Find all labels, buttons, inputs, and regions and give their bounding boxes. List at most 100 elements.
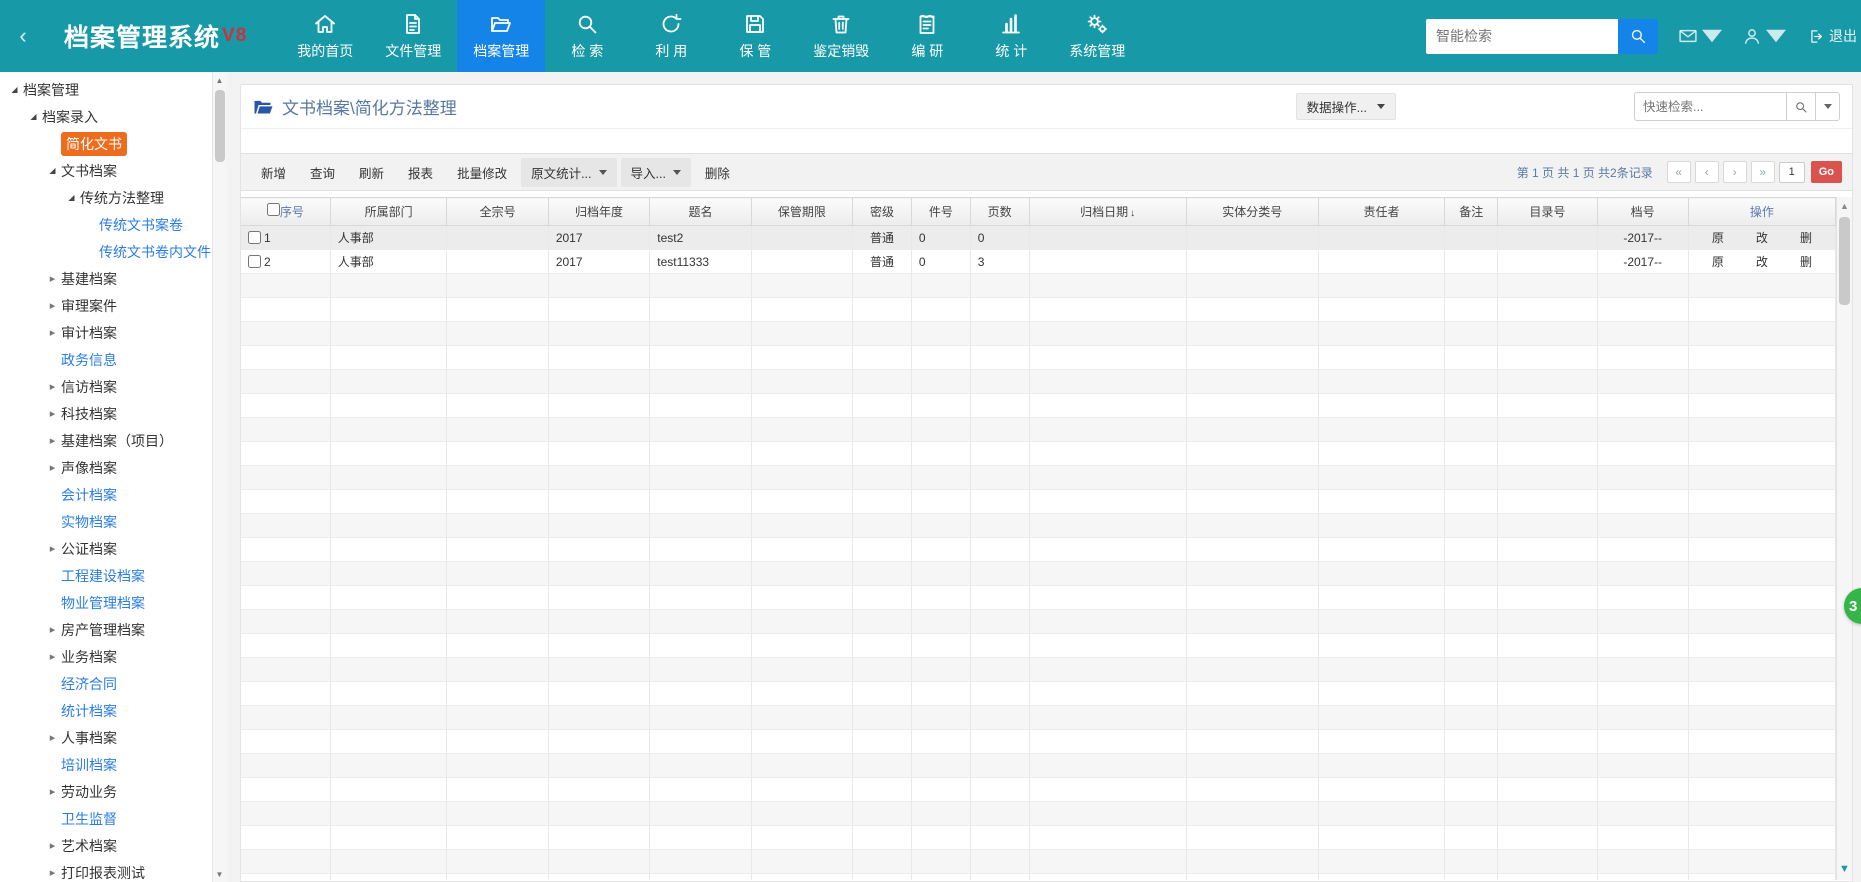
sidebar-item-传统文书卷内文件[interactable]: 传统文书卷内文件: [0, 238, 212, 265]
quick-search-button[interactable]: [1786, 92, 1816, 121]
sidebar-item-业务档案[interactable]: ▸ 业务档案: [0, 643, 212, 670]
toolbar-button-查询[interactable]: 查询: [300, 158, 345, 187]
sidebar-item-卫生监督[interactable]: 卫生监督: [0, 805, 212, 832]
nav-item-clipboard[interactable]: 编 研: [885, 0, 969, 72]
toolbar-button-刷新[interactable]: 刷新: [349, 158, 394, 187]
scroll-up-icon[interactable]: ▲: [213, 72, 226, 88]
smart-search-input[interactable]: [1426, 18, 1618, 54]
edit-link[interactable]: 改: [1756, 229, 1768, 246]
sidebar-item-艺术档案[interactable]: ▸ 艺术档案: [0, 832, 212, 859]
sidebar-item-基建档案（项目）[interactable]: ▸ 基建档案（项目）: [0, 427, 212, 454]
sidebar-item-审计档案[interactable]: ▸ 审计档案: [0, 319, 212, 346]
sidebar-item-档案录入[interactable]: ◢ 档案录入: [0, 103, 212, 130]
nav-item-floppy[interactable]: 保 管: [713, 0, 797, 72]
sidebar-item-公证档案[interactable]: ▸ 公证档案: [0, 535, 212, 562]
table-row[interactable]: 2 人事部 2017 test11333 普通 0 3 -2017-- 原 改 删: [241, 249, 1837, 274]
nav-item-file[interactable]: 文件管理: [369, 0, 457, 72]
nav-item-home[interactable]: 我的首页: [281, 0, 369, 72]
sidebar-item-基建档案[interactable]: ▸ 基建档案: [0, 265, 212, 292]
sidebar-item-声像档案[interactable]: ▸ 声像档案: [0, 454, 212, 481]
cell-全宗号: [446, 249, 549, 274]
sidebar-item-信访档案[interactable]: ▸ 信访档案: [0, 373, 212, 400]
column-header-件号[interactable]: 件号: [911, 197, 971, 226]
toolbar-button-批量修改[interactable]: 批量修改: [447, 158, 517, 187]
sidebar-item-会计档案[interactable]: 会计档案: [0, 481, 212, 508]
nav-item-bar-chart[interactable]: 统 计: [969, 0, 1053, 72]
scroll-down-icon[interactable]: ▼: [213, 866, 226, 882]
column-header-归档日期[interactable]: 归档日期 ↓: [1029, 197, 1187, 226]
row-checkbox[interactable]: [248, 255, 261, 268]
column-header-所属部门[interactable]: 所属部门: [330, 197, 448, 226]
column-header-序号[interactable]: 序号: [241, 197, 331, 226]
column-header-备注[interactable]: 备注: [1444, 197, 1499, 226]
column-header-题名[interactable]: 题名: [649, 197, 752, 226]
smart-search-button[interactable]: [1618, 18, 1658, 54]
logout-button[interactable]: 退出: [1808, 26, 1857, 46]
sidebar-item-简化文书[interactable]: 简化文书: [0, 130, 212, 157]
view-original-link[interactable]: 原: [1712, 253, 1724, 270]
column-header-保管期限[interactable]: 保管期限: [751, 197, 854, 226]
quick-search-input[interactable]: [1634, 92, 1786, 121]
page-number-input[interactable]: [1778, 161, 1805, 183]
row-checkbox[interactable]: [248, 231, 261, 244]
column-header-操作[interactable]: 操作: [1688, 197, 1837, 226]
select-all-checkbox[interactable]: [266, 203, 280, 216]
next-page-button[interactable]: ›: [1722, 161, 1747, 183]
table-scrollbar-thumb[interactable]: [1839, 217, 1850, 305]
edit-link[interactable]: 改: [1756, 253, 1768, 270]
toolbar-button-原文统计[interactable]: 原文统计...: [521, 157, 617, 187]
delete-link[interactable]: 删: [1800, 253, 1812, 270]
column-header-责任者[interactable]: 责任者: [1318, 197, 1446, 226]
messages-dropdown[interactable]: [1678, 26, 1722, 46]
column-header-密级[interactable]: 密级: [852, 197, 912, 226]
table-scrollbar[interactable]: ▲ ▼: [1836, 197, 1852, 880]
table-row[interactable]: 1 人事部 2017 test2 普通 0 0 -2017-- 原改删: [241, 225, 1837, 250]
nav-item-recycle[interactable]: 利 用: [629, 0, 713, 72]
column-header-目录号[interactable]: 目录号: [1497, 197, 1598, 226]
nav-item-trash[interactable]: 鉴定销毁: [797, 0, 885, 72]
sidebar-item-实物档案[interactable]: 实物档案: [0, 508, 212, 535]
sidebar-item-审理案件[interactable]: ▸ 审理案件: [0, 292, 212, 319]
column-header-页数[interactable]: 页数: [970, 197, 1030, 226]
sidebar-item-物业管理档案[interactable]: 物业管理档案: [0, 589, 212, 616]
view-original-link[interactable]: 原: [1712, 229, 1724, 246]
collapse-sidebar-button[interactable]: ‹: [0, 0, 46, 72]
sidebar-item-档案管理[interactable]: ◢ 档案管理: [0, 76, 212, 103]
scroll-down-icon[interactable]: ▼: [1837, 860, 1852, 878]
column-header-归档年度[interactable]: 归档年度: [548, 197, 651, 226]
nav-item-folder[interactable]: 档案管理: [457, 0, 546, 72]
sidebar-item-传统方法整理[interactable]: ◢ 传统方法整理: [0, 184, 212, 211]
sidebar-scrollbar-thumb[interactable]: [215, 90, 225, 162]
nav-item-search[interactable]: 检 索: [545, 0, 629, 72]
prev-page-button[interactable]: ‹: [1694, 161, 1719, 183]
sidebar-item-劳动业务[interactable]: ▸ 劳动业务: [0, 778, 212, 805]
sidebar-item-科技档案[interactable]: ▸ 科技档案: [0, 400, 212, 427]
quick-search-options-button[interactable]: [1816, 92, 1840, 121]
first-page-button[interactable]: «: [1666, 161, 1691, 183]
toolbar-button-报表[interactable]: 报表: [398, 158, 443, 187]
toolbar-button-删除[interactable]: 删除: [695, 158, 740, 187]
toolbar-button-新增[interactable]: 新增: [251, 158, 296, 187]
scroll-up-icon[interactable]: ▲: [1837, 197, 1852, 215]
column-header-档号[interactable]: 档号: [1597, 197, 1689, 226]
sidebar-item-房产管理档案[interactable]: ▸ 房产管理档案: [0, 616, 212, 643]
last-page-button[interactable]: »: [1750, 161, 1775, 183]
nav-item-gears[interactable]: 系统管理: [1053, 0, 1141, 72]
sidebar-item-传统文书案卷[interactable]: 传统文书案卷: [0, 211, 212, 238]
sidebar-item-培训档案[interactable]: 培训档案: [0, 751, 212, 778]
sidebar-item-工程建设档案[interactable]: 工程建设档案: [0, 562, 212, 589]
column-header-全宗号[interactable]: 全宗号: [446, 197, 549, 226]
column-header-实体分类号[interactable]: 实体分类号: [1186, 197, 1319, 226]
sidebar-item-政务信息[interactable]: 政务信息: [0, 346, 212, 373]
sidebar-item-经济合同[interactable]: 经济合同: [0, 670, 212, 697]
sidebar-item-打印报表测试[interactable]: ▸ 打印报表测试: [0, 859, 212, 882]
toolbar-button-导入[interactable]: 导入...: [620, 157, 691, 187]
sidebar-scrollbar[interactable]: ▲ ▼: [212, 72, 226, 882]
sidebar-item-文书档案[interactable]: ◢ 文书档案: [0, 157, 212, 184]
go-button[interactable]: Go: [1810, 161, 1842, 183]
sidebar-item-人事档案[interactable]: ▸ 人事档案: [0, 724, 212, 751]
sidebar-item-统计档案[interactable]: 统计档案: [0, 697, 212, 724]
data-operations-dropdown[interactable]: 数据操作...: [1295, 93, 1396, 120]
delete-link[interactable]: 删: [1800, 229, 1812, 246]
user-dropdown[interactable]: [1742, 26, 1786, 46]
